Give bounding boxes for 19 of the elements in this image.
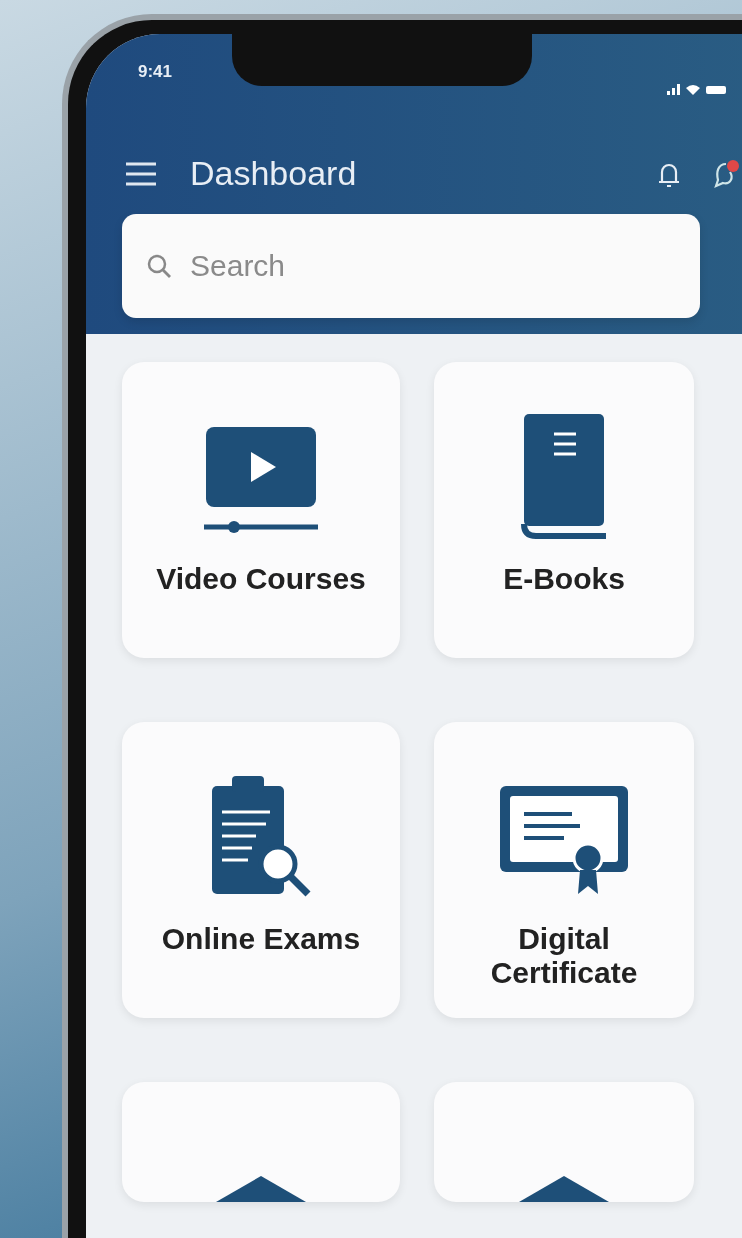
search-field[interactable]: Search	[122, 214, 700, 318]
chat-icon[interactable]	[712, 157, 742, 190]
menu-tile[interactable]: Online Exams	[122, 722, 400, 1018]
triangle-icon	[519, 1176, 609, 1202]
status-time: 9:41	[138, 62, 173, 82]
tile-label: Online Exams	[160, 922, 362, 956]
signal-icon	[667, 84, 680, 95]
wifi-icon	[686, 84, 700, 95]
menu-tile[interactable]: E-Books	[434, 362, 694, 658]
triangle-icon	[216, 1176, 306, 1202]
menu-icon[interactable]	[124, 160, 158, 187]
tile-label: Video Courses	[155, 562, 367, 596]
search-icon	[146, 253, 172, 279]
tile-label: Digital Certificate	[489, 922, 639, 990]
screen-title: Dashboard	[190, 154, 357, 193]
tile-label: E-Books	[502, 562, 626, 596]
menu-tile[interactable]: Digital Certificate	[434, 722, 694, 1018]
battery-icon	[706, 85, 726, 94]
menu-tile[interactable]: Video Courses	[122, 362, 400, 658]
